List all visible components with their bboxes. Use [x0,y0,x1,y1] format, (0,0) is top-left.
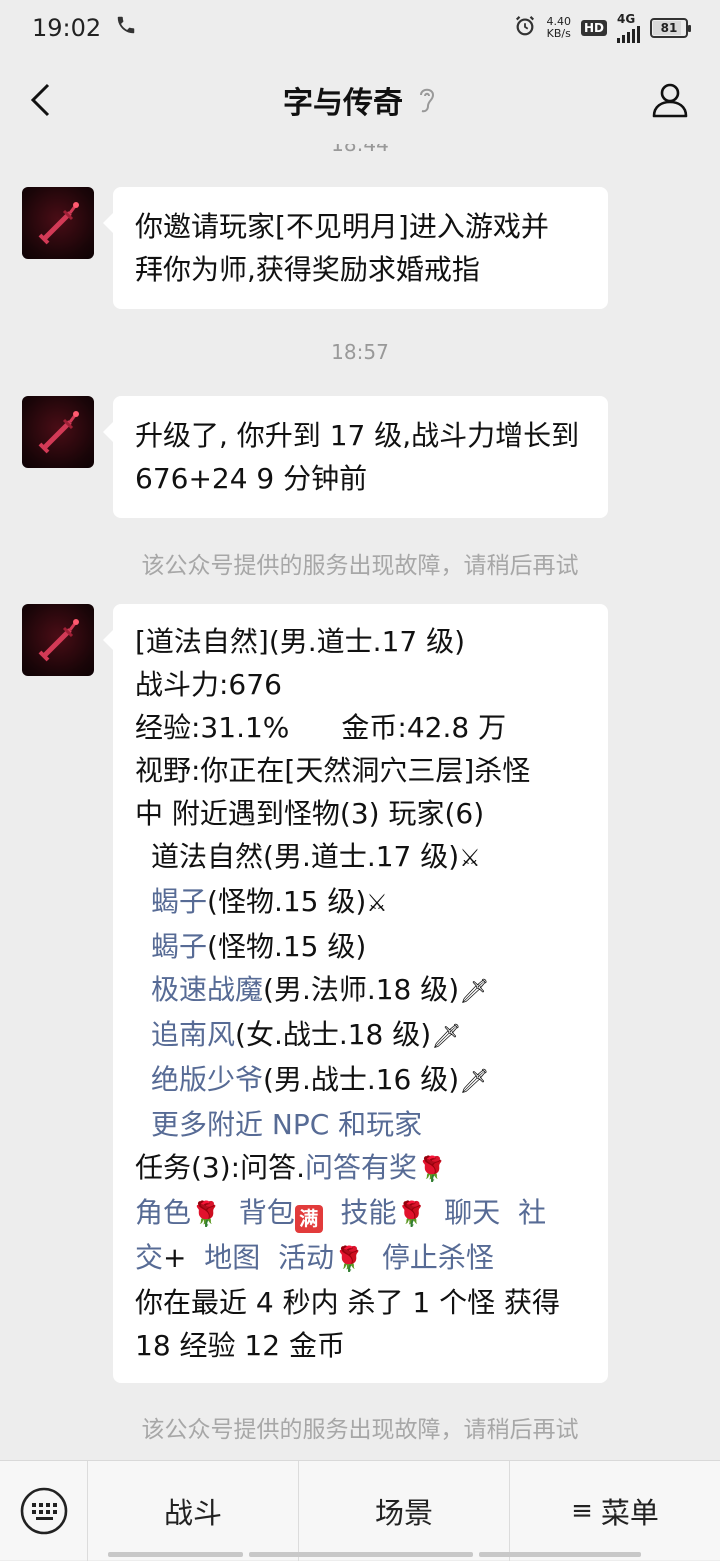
menu-links-line: 角色🌹 背包满 技能🌹 聊天 社 [135,1191,586,1236]
map-link[interactable]: 地图 [204,1241,260,1274]
hd-badge: HD [580,20,607,36]
person-icon [652,83,688,118]
skill-link[interactable]: 技能 [341,1196,397,1229]
activity-link[interactable]: 活动 [278,1241,334,1274]
message-bubble: 升级了, 你升到 17 级,战斗力增长到 676+24 9 分钟前 [103,396,608,518]
rose-icon: 🌹 [396,1200,427,1228]
dagger-icon: 🗡 [459,977,490,1005]
exp-gold-line: 经验:31.1% 金币:42.8 万 [135,711,507,744]
avatar[interactable] [22,604,94,676]
nearby-entry: 极速战魔(男.法师.18 级)🗡 [151,973,490,1006]
menu-fight[interactable]: 战斗 [88,1460,299,1561]
player-link[interactable]: 绝版少爷 [151,1063,263,1096]
dagger-icon: 🗡 [431,1022,462,1050]
crossed-swords-icon: ⚔ [459,844,481,872]
phone-call-icon [115,14,137,42]
view-line: 视野:你正在[天然洞穴三层]杀怪 [135,754,531,787]
more-nearby-link[interactable]: 更多附近 NPC 和玩家 [151,1108,422,1141]
player-link[interactable]: 极速战魔 [151,973,263,1006]
role-link[interactable]: 角色 [135,1196,191,1229]
status-bar: 19:02 4.40 KB/s HD 4G 81 [0,0,720,56]
menu-scene[interactable]: 场景 [299,1460,510,1561]
task-line: 任务(3):问答.问答有奖🌹 [135,1151,447,1184]
chat-area[interactable]: 18:44 你邀请玩家[不见明月]进入游戏并 拜你为师,获得奖励求婚戒指 18:… [0,144,720,1460]
monster-link[interactable]: 蝎子 [151,885,207,918]
message-bubble: 你邀请玩家[不见明月]进入游戏并 拜你为师,获得奖励求婚戒指 [103,187,608,309]
stop-kill-link[interactable]: 停止杀怪 [382,1241,494,1274]
profile-button[interactable] [646,76,694,124]
task-link[interactable]: 问答有奖 [305,1151,417,1184]
sword-icon [38,202,79,245]
nearby-entry: 绝版少爷(男.战士.16 级)🗡 [151,1063,490,1096]
service-notice: 该公众号提供的服务出现故障，请稍后再试 [141,553,579,579]
rose-icon: 🌹 [417,1155,447,1183]
avatar[interactable] [22,187,94,259]
power-line: 战斗力:676 [135,668,282,701]
full-badge-icon: 满 [294,1205,323,1233]
page-title: 字与传奇 [283,86,403,121]
menu-links-line: 交+ 地图 活动🌹 停止杀怪 [135,1236,586,1281]
plus-icon: + [163,1241,187,1274]
ear-icon [417,85,437,115]
monster-link[interactable]: 蝎子 [151,930,207,963]
status-time: 19:02 [32,14,102,42]
keyboard-icon [20,1487,67,1534]
character-line: [道法自然](男.道士.17 级) [135,625,466,658]
back-button[interactable] [18,78,62,122]
nearby-entry: 追南风(女.战士.18 级)🗡 [151,1018,462,1051]
menu-main[interactable]: ≡ 菜单 [510,1461,720,1561]
sword-icon [38,411,79,454]
rose-icon: 🌹 [191,1200,221,1228]
bottom-menu-bar: 战斗 场景 ≡ 菜单 [0,1460,720,1561]
bag-link[interactable]: 背包 [239,1196,295,1229]
menu-lines-icon: ≡ [571,1495,593,1526]
keyboard-toggle-button[interactable] [0,1460,88,1561]
nearby-entry: 蝎子(怪物.15 级)⚔ [151,885,388,918]
game-status-bubble: [道法自然](男.道士.17 级) 战斗力:676 经验:31.1% 金币:42.… [103,604,608,1383]
sword-icon [38,619,79,662]
nearby-entry: 蝎子(怪物.15 级) [151,930,367,963]
social-link[interactable]: 交 [135,1241,163,1274]
rose-icon: 🌹 [334,1245,365,1273]
avatar[interactable] [22,396,94,468]
alarm-icon [514,15,536,41]
title-bar: 字与传奇 [0,56,720,144]
battery-icon: 81 [650,18,691,38]
nearby-entry: 道法自然(男.道士.17 级)⚔ [151,840,481,873]
net-speed: 4.40 KB/s [546,15,571,40]
chevron-left-icon [30,83,50,117]
player-link[interactable]: 追南风 [151,1018,235,1051]
nearby-line: 中 附近遇到怪物(3) 玩家(6) [135,797,485,830]
kill-summary-line: 你在最近 4 秒内 杀了 1 个怪 获得 [135,1286,561,1319]
crossed-swords-icon: ⚔ [366,889,388,917]
kill-summary-line: 18 经验 12 金币 [135,1329,345,1362]
timestamp: 18:44 [331,144,389,156]
gesture-indicator [108,1552,641,1557]
dagger-icon: 🗡 [459,1067,490,1095]
signal-icon: 4G [617,13,640,43]
chat-link[interactable]: 聊天 [444,1196,500,1229]
service-notice: 该公众号提供的服务出现故障，请稍后再试 [141,1417,579,1443]
timestamp: 18:57 [331,340,389,364]
social-link[interactable]: 社 [518,1196,546,1229]
